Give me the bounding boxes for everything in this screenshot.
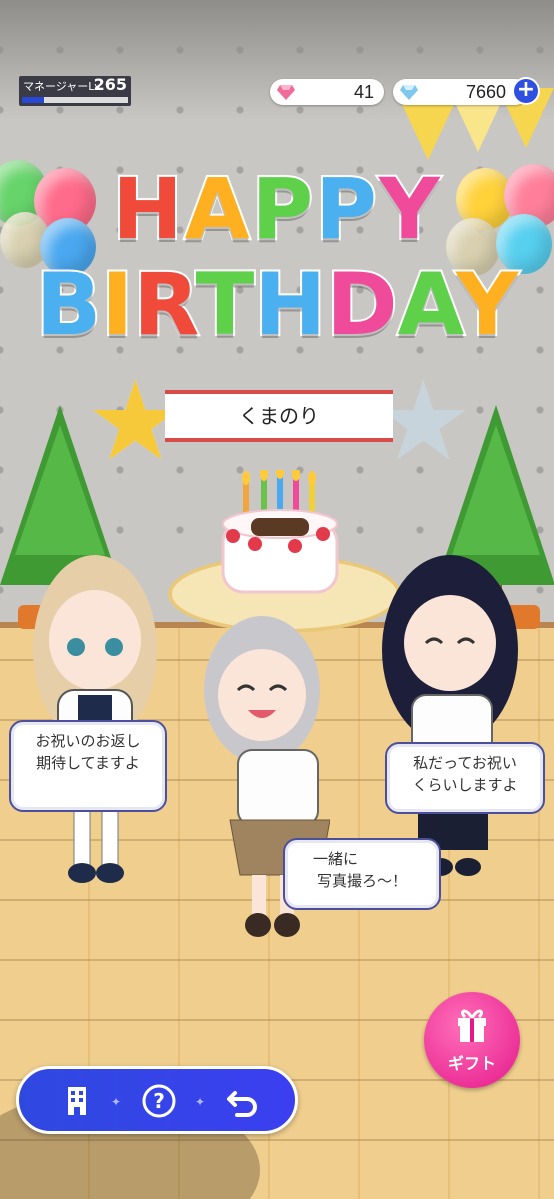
birthday-letter: I: [99, 253, 135, 357]
nav-separator-icon: ✦: [111, 1095, 122, 1109]
level-label: マネージャーLv: [23, 80, 101, 93]
birthday-name: くまのり: [239, 404, 319, 428]
pennant-flag: [400, 100, 456, 160]
manager-level-panel[interactable]: マネージャーLv 265: [19, 75, 131, 106]
birthday-letter: D: [324, 253, 399, 357]
birthday-letter: B: [34, 253, 104, 357]
happy-letter: Y: [377, 158, 442, 260]
plus-icon: +: [516, 77, 536, 102]
birthday-cake-icon: [221, 470, 339, 594]
free-gem-value: 7660: [465, 82, 506, 102]
birthday-letter: H: [252, 253, 328, 357]
level-progress-bar: [22, 97, 128, 103]
speech-line: 私だってお祝い: [413, 754, 517, 772]
happy-letter: P: [313, 158, 379, 260]
nav-separator-icon: ✦: [195, 1095, 206, 1109]
question-icon[interactable]: ?: [141, 1083, 177, 1119]
happy-letter: A: [183, 158, 252, 260]
level-progress-fill: [22, 97, 45, 103]
birthday-title: BIRTHDAY: [0, 253, 554, 357]
paid-gem-counter[interactable]: 41: [270, 79, 384, 105]
speech-line: お祝いのお返し: [35, 732, 141, 750]
speech-line: くらいしますよ: [412, 776, 518, 794]
building-icon[interactable]: [59, 1083, 95, 1119]
free-gem-counter[interactable]: 7660: [393, 79, 528, 105]
happy-title: HAPPY: [0, 158, 554, 260]
speech-bubble-right: 私だってお祝い くらいしますよ: [385, 742, 545, 814]
happy-letter: P: [250, 158, 316, 260]
gift-box-icon: [458, 1009, 486, 1042]
pink-diamond-icon: [277, 85, 295, 100]
level-value: 265: [93, 75, 127, 94]
speech-line: 期待してますよ: [36, 754, 140, 772]
gift-label: ギフト: [447, 1054, 496, 1073]
birthday-letter: Y: [454, 253, 520, 357]
gift-button[interactable]: ギフト: [424, 992, 520, 1088]
happy-letter: H: [110, 158, 185, 260]
paid-gem-value: 41: [353, 82, 374, 102]
birthday-letter: T: [194, 253, 257, 357]
bottom-nav: ✦ ? ✦: [16, 1066, 298, 1134]
birthday-name-plate: くまのり: [165, 390, 393, 442]
birthday-letter: R: [131, 253, 197, 357]
speech-bubble-left: お祝いのお返し 期待してますよ: [9, 720, 167, 812]
add-gems-button[interactable]: +: [514, 79, 538, 103]
speech-line: 写真撮ろ～！: [316, 872, 407, 890]
back-arrow-icon[interactable]: [225, 1083, 261, 1119]
speech-line: 一緒に: [313, 850, 359, 868]
speech-bubble-center: 一緒に 写真撮ろ～！: [283, 838, 441, 910]
blue-diamond-icon: [400, 85, 418, 100]
svg-text:?: ?: [153, 1089, 165, 1113]
birthday-letter: A: [396, 253, 458, 357]
